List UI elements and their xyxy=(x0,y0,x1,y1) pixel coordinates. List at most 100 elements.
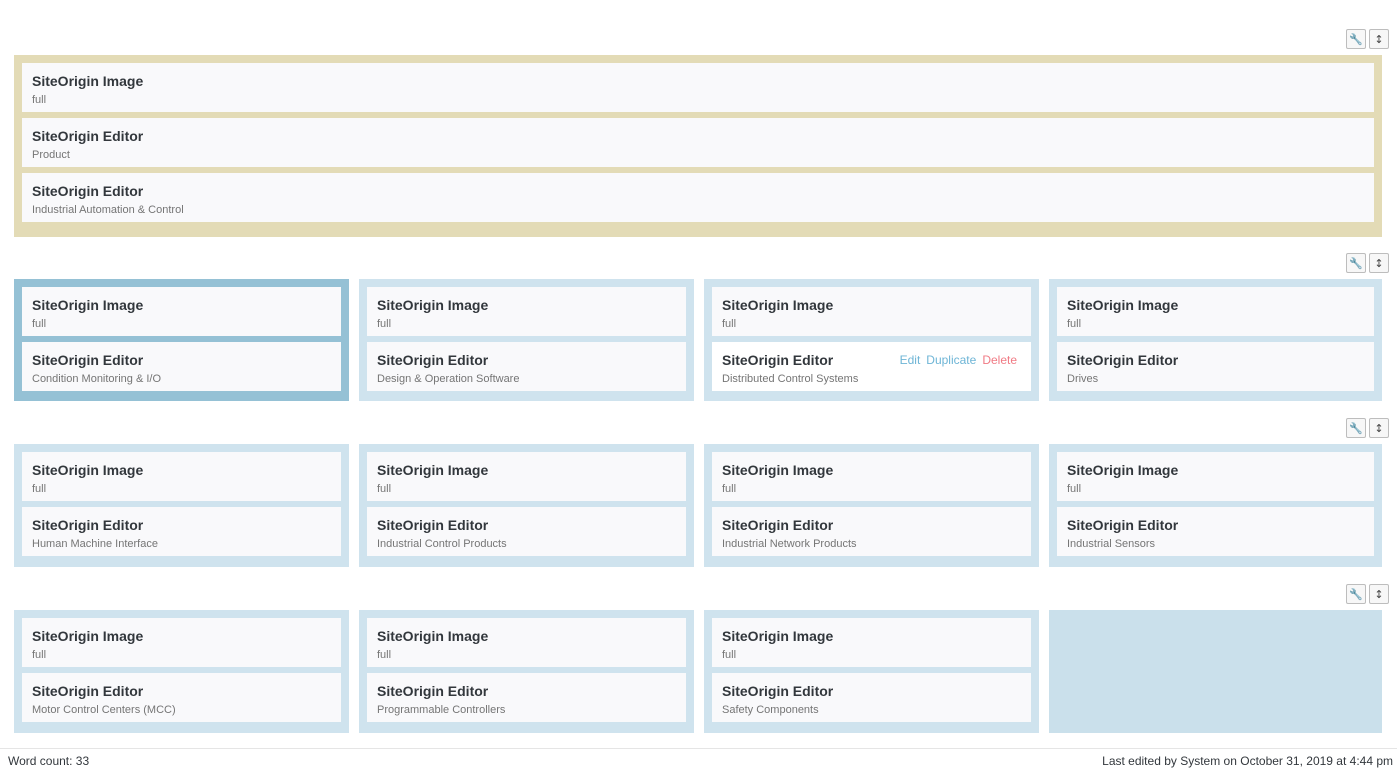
widget-image[interactable]: SiteOrigin Image full xyxy=(367,287,686,336)
widget-title: SiteOrigin Editor xyxy=(377,517,489,533)
widget-description: full xyxy=(1067,318,1082,330)
widget-description: Industrial Control Products xyxy=(377,538,507,550)
widget-description: full xyxy=(722,649,737,661)
widget-editor[interactable]: SiteOrigin Editor Industrial Automation … xyxy=(22,173,1374,222)
widget-title: SiteOrigin Image xyxy=(377,297,489,313)
widget-editor[interactable]: SiteOrigin Editor Programmable Controlle… xyxy=(367,673,686,722)
widget-description: Safety Components xyxy=(722,704,819,716)
widget-title: SiteOrigin Image xyxy=(32,462,144,478)
row-3-cell-4: SiteOrigin Image full SiteOrigin Editor … xyxy=(1049,444,1382,567)
widget-editor[interactable]: SiteOrigin Editor Design & Operation Sof… xyxy=(367,342,686,391)
widget-title: SiteOrigin Image xyxy=(1067,462,1179,478)
widget-image[interactable]: SiteOrigin Image full xyxy=(1057,287,1374,336)
widget-description: Product xyxy=(32,149,70,161)
row-4-cell-2: SiteOrigin Image full SiteOrigin Editor … xyxy=(359,610,694,733)
page-builder: 🔧 ↕ SiteOrigin Image full SiteOrigin Edi… xyxy=(0,0,1397,769)
widget-editor[interactable]: SiteOrigin Editor Industrial Control Pro… xyxy=(367,507,686,556)
row-1: SiteOrigin Image full SiteOrigin Editor … xyxy=(14,55,1382,237)
row-3-tools: 🔧 ↕ xyxy=(1346,418,1389,438)
widget-description: Industrial Network Products xyxy=(722,538,857,550)
widget-editor[interactable]: SiteOrigin Editor Drives xyxy=(1057,342,1374,391)
edit-link[interactable]: Edit xyxy=(900,353,921,367)
widget-image[interactable]: SiteOrigin Image full xyxy=(22,63,1374,112)
widget-title: SiteOrigin Editor xyxy=(32,183,144,199)
widget-description: Human Machine Interface xyxy=(32,538,158,550)
row-2-cell-3: SiteOrigin Image full SiteOrigin Editor … xyxy=(704,279,1039,401)
widget-editor[interactable]: SiteOrigin Editor Motor Control Centers … xyxy=(22,673,341,722)
widget-description: Industrial Sensors xyxy=(1067,538,1156,550)
widget-editor[interactable]: SiteOrigin Editor Human Machine Interfac… xyxy=(22,507,341,556)
move-icon[interactable]: ↕ xyxy=(1369,29,1389,49)
widget-description: full xyxy=(32,94,47,106)
widget-title: SiteOrigin Editor xyxy=(32,683,144,699)
duplicate-link[interactable]: Duplicate xyxy=(926,353,976,367)
widget-description: full xyxy=(377,318,392,330)
widget-editor[interactable]: SiteOrigin Editor Industrial Sensors xyxy=(1057,507,1374,556)
widget-description: Distributed Control Systems xyxy=(722,373,859,385)
row-4-cell-1: SiteOrigin Image full SiteOrigin Editor … xyxy=(14,610,349,733)
widget-title: SiteOrigin Editor xyxy=(32,517,144,533)
widget-title: SiteOrigin Image xyxy=(1067,297,1179,313)
wrench-icon[interactable]: 🔧 xyxy=(1346,253,1366,273)
widget-description: Condition Monitoring & I/O xyxy=(32,373,162,385)
move-icon[interactable]: ↕ xyxy=(1369,418,1389,438)
move-icon[interactable]: ↕ xyxy=(1369,253,1389,273)
widget-image[interactable]: SiteOrigin Image full xyxy=(22,618,341,667)
row-3-cell-2: SiteOrigin Image full SiteOrigin Editor … xyxy=(359,444,694,567)
row-2-tools: 🔧 ↕ xyxy=(1346,253,1389,273)
widget-editor[interactable]: SiteOrigin Editor Safety Components xyxy=(712,673,1031,722)
wrench-icon[interactable]: 🔧 xyxy=(1346,418,1366,438)
widget-image[interactable]: SiteOrigin Image full xyxy=(712,618,1031,667)
row-2-cell-2: SiteOrigin Image full SiteOrigin Editor … xyxy=(359,279,694,401)
widget-image[interactable]: SiteOrigin Image full xyxy=(367,618,686,667)
row-1-tools: 🔧 ↕ xyxy=(1346,29,1389,49)
widget-image[interactable]: SiteOrigin Image full xyxy=(367,452,686,501)
widget-title: SiteOrigin Image xyxy=(722,462,834,478)
row-2: SiteOrigin Image full SiteOrigin Editor … xyxy=(14,279,1382,401)
widget-image[interactable]: SiteOrigin Image full xyxy=(712,287,1031,336)
delete-link[interactable]: Delete xyxy=(982,353,1017,367)
widget-title: SiteOrigin Image xyxy=(32,73,144,89)
widget-editor[interactable]: SiteOrigin Editor Condition Monitoring &… xyxy=(22,342,341,391)
widget-title: SiteOrigin Image xyxy=(32,297,144,313)
widget-description: Programmable Controllers xyxy=(377,704,506,716)
widget-description: full xyxy=(32,318,47,330)
last-edited: Last edited by System on October 31, 201… xyxy=(1102,754,1393,768)
widget-image[interactable]: SiteOrigin Image full xyxy=(1057,452,1374,501)
widget-title: SiteOrigin Editor xyxy=(1067,517,1179,533)
wrench-icon[interactable]: 🔧 xyxy=(1346,584,1366,604)
widget-description: full xyxy=(377,483,392,495)
status-bar: Word count: 33 Last edited by System on … xyxy=(0,748,1397,769)
move-icon[interactable]: ↕ xyxy=(1369,584,1389,604)
widget-actions: Edit Duplicate Delete xyxy=(900,353,1017,367)
widget-image[interactable]: SiteOrigin Image full xyxy=(22,287,341,336)
widget-title: SiteOrigin Image xyxy=(32,628,144,644)
widget-title: SiteOrigin Editor xyxy=(377,683,489,699)
widget-editor[interactable]: SiteOrigin Editor Product xyxy=(22,118,1374,167)
widget-title: SiteOrigin Editor xyxy=(32,352,144,368)
widget-title: SiteOrigin Image xyxy=(722,297,834,313)
widget-description: Drives xyxy=(1067,373,1099,385)
widget-title: SiteOrigin Image xyxy=(377,628,489,644)
widget-image[interactable]: SiteOrigin Image full xyxy=(712,452,1031,501)
widget-description: full xyxy=(722,483,737,495)
widget-description: full xyxy=(32,649,47,661)
widget-title: SiteOrigin Image xyxy=(377,462,489,478)
widget-description: full xyxy=(377,649,392,661)
widget-editor-hovered[interactable]: SiteOrigin Editor Distributed Control Sy… xyxy=(712,342,1031,391)
row-1-cell: SiteOrigin Image full SiteOrigin Editor … xyxy=(14,55,1382,237)
widget-description: Industrial Automation & Control xyxy=(32,204,184,216)
widget-title: SiteOrigin Editor xyxy=(722,517,834,533)
row-4-cell-3: SiteOrigin Image full SiteOrigin Editor … xyxy=(704,610,1039,733)
widget-title: SiteOrigin Image xyxy=(722,628,834,644)
widget-title: SiteOrigin Editor xyxy=(32,128,144,144)
widget-editor[interactable]: SiteOrigin Editor Industrial Network Pro… xyxy=(712,507,1031,556)
word-count: Word count: 33 xyxy=(8,754,90,768)
widget-description: Design & Operation Software xyxy=(377,373,520,385)
row-4-cell-4-empty[interactable] xyxy=(1049,610,1382,733)
widget-image[interactable]: SiteOrigin Image full xyxy=(22,452,341,501)
row-3-cell-1: SiteOrigin Image full SiteOrigin Editor … xyxy=(14,444,349,567)
row-3: SiteOrigin Image full SiteOrigin Editor … xyxy=(14,444,1382,567)
widget-description: full xyxy=(32,483,47,495)
wrench-icon[interactable]: 🔧 xyxy=(1346,29,1366,49)
